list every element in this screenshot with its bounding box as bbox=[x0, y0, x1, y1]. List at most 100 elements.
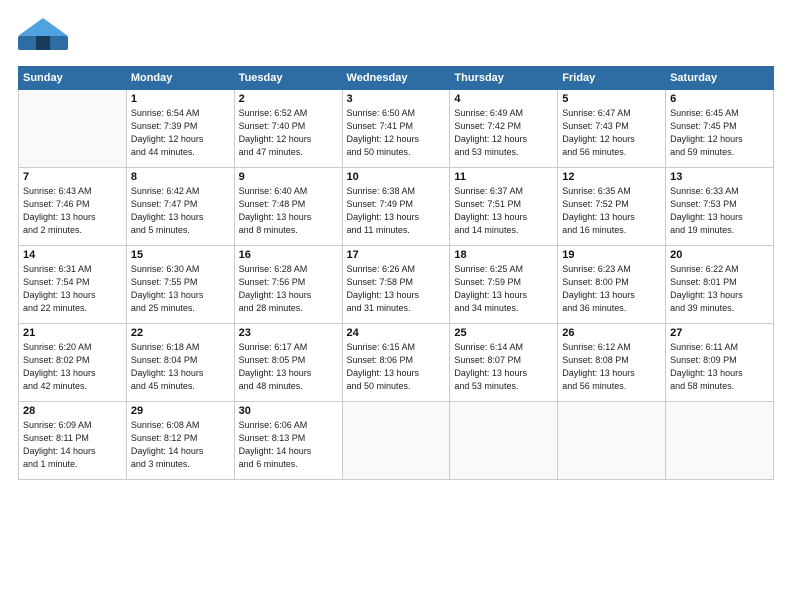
calendar-cell: 24Sunrise: 6:15 AMSunset: 8:06 PMDayligh… bbox=[342, 324, 450, 402]
weekday-header-thursday: Thursday bbox=[450, 67, 558, 90]
day-number: 11 bbox=[454, 171, 553, 183]
day-number: 16 bbox=[239, 249, 338, 261]
day-number: 12 bbox=[562, 171, 661, 183]
day-info: Sunrise: 6:45 AMSunset: 7:45 PMDaylight:… bbox=[670, 107, 769, 159]
day-number: 28 bbox=[23, 405, 122, 417]
day-info: Sunrise: 6:38 AMSunset: 7:49 PMDaylight:… bbox=[347, 185, 446, 237]
calendar-cell: 18 Sunrise: 6:25 AMSunset: 7:59 PMDayligh… bbox=[450, 246, 558, 324]
calendar-cell: 3 Sunrise: 6:50 AMSunset: 7:41 PMDaylight… bbox=[342, 90, 450, 168]
day-number: 6 bbox=[670, 93, 769, 105]
calendar-cell bbox=[666, 402, 774, 480]
day-info: Sunrise: 6:35 AMSunset: 7:52 PMDaylight:… bbox=[562, 185, 661, 237]
calendar-cell: 10 Sunrise: 6:38 AMSunset: 7:49 PMDayligh… bbox=[342, 168, 450, 246]
calendar-cell bbox=[558, 402, 666, 480]
calendar-cell: 28 Sunrise: 6:09 AMSunset: 8:11 PMDayligh… bbox=[19, 402, 127, 480]
day-number: 25 bbox=[454, 327, 553, 339]
day-info: Sunrise: 6:11 AMSunset: 8:09 PMDaylight:… bbox=[670, 341, 769, 393]
logo bbox=[18, 18, 74, 56]
day-number: 3 bbox=[347, 93, 446, 105]
day-number: 4 bbox=[454, 93, 553, 105]
day-number: 13 bbox=[670, 171, 769, 183]
calendar-cell: 26 Sunrise: 6:12 AMSunset: 8:08 PMDayligh… bbox=[558, 324, 666, 402]
calendar-cell: 27 Sunrise: 6:11 AMSunset: 8:09 PMDayligh… bbox=[666, 324, 774, 402]
calendar-cell: 29 Sunrise: 6:08 AMSunset: 8:12 PMDayligh… bbox=[126, 402, 234, 480]
logo-icon bbox=[18, 18, 68, 56]
day-number: 14 bbox=[23, 249, 122, 261]
calendar-cell: 16Sunrise: 6:28 AMSunset: 7:56 PMDayligh… bbox=[234, 246, 342, 324]
day-info: Sunrise: 6:22 AMSunset: 8:01 PMDaylight:… bbox=[670, 263, 769, 315]
day-info: Sunrise: 6:23 AMSunset: 8:00 PMDaylight:… bbox=[562, 263, 661, 315]
day-number: 10 bbox=[347, 171, 446, 183]
calendar-cell: 14 Sunrise: 6:31 AMSunset: 7:54 PMDayligh… bbox=[19, 246, 127, 324]
weekday-header-tuesday: Tuesday bbox=[234, 67, 342, 90]
day-number: 26 bbox=[562, 327, 661, 339]
day-number: 17 bbox=[347, 249, 446, 261]
calendar-cell bbox=[19, 90, 127, 168]
day-number: 1 bbox=[131, 93, 230, 105]
day-number: 23 bbox=[239, 327, 338, 339]
calendar-cell: 12 Sunrise: 6:35 AMSunset: 7:52 PMDayligh… bbox=[558, 168, 666, 246]
calendar-cell: 25 Sunrise: 6:14 AMSunset: 8:07 PMDayligh… bbox=[450, 324, 558, 402]
day-info: Sunrise: 6:26 AMSunset: 7:58 PMDaylight:… bbox=[347, 263, 446, 315]
day-number: 29 bbox=[131, 405, 230, 417]
calendar-cell: 30 Sunrise: 6:06 AMSunset: 8:13 PMDayligh… bbox=[234, 402, 342, 480]
day-number: 9 bbox=[239, 171, 338, 183]
weekday-header-saturday: Saturday bbox=[666, 67, 774, 90]
day-info: Sunrise: 6:49 AMSunset: 7:42 PMDaylight:… bbox=[454, 107, 553, 159]
day-number: 8 bbox=[131, 171, 230, 183]
week-row-4: 21 Sunrise: 6:20 AMSunset: 8:02 PMDayligh… bbox=[19, 324, 774, 402]
day-info: Sunrise: 6:43 AMSunset: 7:46 PMDaylight:… bbox=[23, 185, 122, 237]
calendar-cell: 8 Sunrise: 6:42 AMSunset: 7:47 PMDaylight… bbox=[126, 168, 234, 246]
calendar-cell: 19 Sunrise: 6:23 AMSunset: 8:00 PMDayligh… bbox=[558, 246, 666, 324]
weekday-header-sunday: Sunday bbox=[19, 67, 127, 90]
day-number: 27 bbox=[670, 327, 769, 339]
day-number: 21 bbox=[23, 327, 122, 339]
calendar-cell: 5 Sunrise: 6:47 AMSunset: 7:43 PMDaylight… bbox=[558, 90, 666, 168]
week-row-3: 14 Sunrise: 6:31 AMSunset: 7:54 PMDayligh… bbox=[19, 246, 774, 324]
day-info: Sunrise: 6:47 AMSunset: 7:43 PMDaylight:… bbox=[562, 107, 661, 159]
day-info: Sunrise: 6:50 AMSunset: 7:41 PMDaylight:… bbox=[347, 107, 446, 159]
weekday-header-wednesday: Wednesday bbox=[342, 67, 450, 90]
day-info: Sunrise: 6:54 AMSunset: 7:39 PMDaylight:… bbox=[131, 107, 230, 159]
page: SundayMondayTuesdayWednesdayThursdayFrid… bbox=[0, 0, 792, 612]
day-number: 2 bbox=[239, 93, 338, 105]
day-number: 18 bbox=[454, 249, 553, 261]
calendar-table: SundayMondayTuesdayWednesdayThursdayFrid… bbox=[18, 66, 774, 480]
calendar-cell: 9 Sunrise: 6:40 AMSunset: 7:48 PMDaylight… bbox=[234, 168, 342, 246]
day-info: Sunrise: 6:17 AMSunset: 8:05 PMDaylight:… bbox=[239, 341, 338, 393]
day-info: Sunrise: 6:12 AMSunset: 8:08 PMDaylight:… bbox=[562, 341, 661, 393]
day-number: 5 bbox=[562, 93, 661, 105]
day-number: 19 bbox=[562, 249, 661, 261]
day-info: Sunrise: 6:25 AMSunset: 7:59 PMDaylight:… bbox=[454, 263, 553, 315]
day-info: Sunrise: 6:08 AMSunset: 8:12 PMDaylight:… bbox=[131, 419, 230, 471]
day-info: Sunrise: 6:52 AMSunset: 7:40 PMDaylight:… bbox=[239, 107, 338, 159]
calendar-cell: 7 Sunrise: 6:43 AMSunset: 7:46 PMDaylight… bbox=[19, 168, 127, 246]
calendar-cell: 2 Sunrise: 6:52 AMSunset: 7:40 PMDaylight… bbox=[234, 90, 342, 168]
day-info: Sunrise: 6:31 AMSunset: 7:54 PMDaylight:… bbox=[23, 263, 122, 315]
calendar-cell: 15Sunrise: 6:30 AMSunset: 7:55 PMDayligh… bbox=[126, 246, 234, 324]
day-info: Sunrise: 6:37 AMSunset: 7:51 PMDaylight:… bbox=[454, 185, 553, 237]
calendar-cell: 23 Sunrise: 6:17 AMSunset: 8:05 PMDayligh… bbox=[234, 324, 342, 402]
day-info: Sunrise: 6:20 AMSunset: 8:02 PMDaylight:… bbox=[23, 341, 122, 393]
day-number: 30 bbox=[239, 405, 338, 417]
calendar-cell: 13Sunrise: 6:33 AMSunset: 7:53 PMDayligh… bbox=[666, 168, 774, 246]
header bbox=[18, 18, 774, 56]
calendar-cell: 20 Sunrise: 6:22 AMSunset: 8:01 PMDayligh… bbox=[666, 246, 774, 324]
day-info: Sunrise: 6:42 AMSunset: 7:47 PMDaylight:… bbox=[131, 185, 230, 237]
day-number: 7 bbox=[23, 171, 122, 183]
calendar-cell: 17 Sunrise: 6:26 AMSunset: 7:58 PMDayligh… bbox=[342, 246, 450, 324]
calendar-cell bbox=[342, 402, 450, 480]
day-info: Sunrise: 6:40 AMSunset: 7:48 PMDaylight:… bbox=[239, 185, 338, 237]
calendar-cell: 11 Sunrise: 6:37 AMSunset: 7:51 PMDayligh… bbox=[450, 168, 558, 246]
day-info: Sunrise: 6:06 AMSunset: 8:13 PMDaylight:… bbox=[239, 419, 338, 471]
day-number: 15 bbox=[131, 249, 230, 261]
calendar-header-row: SundayMondayTuesdayWednesdayThursdayFrid… bbox=[19, 67, 774, 90]
calendar-cell: 22Sunrise: 6:18 AMSunset: 8:04 PMDayligh… bbox=[126, 324, 234, 402]
day-number: 20 bbox=[670, 249, 769, 261]
day-info: Sunrise: 6:09 AMSunset: 8:11 PMDaylight:… bbox=[23, 419, 122, 471]
week-row-1: 1 Sunrise: 6:54 AMSunset: 7:39 PMDaylight… bbox=[19, 90, 774, 168]
day-info: Sunrise: 6:14 AMSunset: 8:07 PMDaylight:… bbox=[454, 341, 553, 393]
day-info: Sunrise: 6:15 AMSunset: 8:06 PMDaylight:… bbox=[347, 341, 446, 393]
calendar-cell: 1 Sunrise: 6:54 AMSunset: 7:39 PMDaylight… bbox=[126, 90, 234, 168]
week-row-2: 7 Sunrise: 6:43 AMSunset: 7:46 PMDaylight… bbox=[19, 168, 774, 246]
